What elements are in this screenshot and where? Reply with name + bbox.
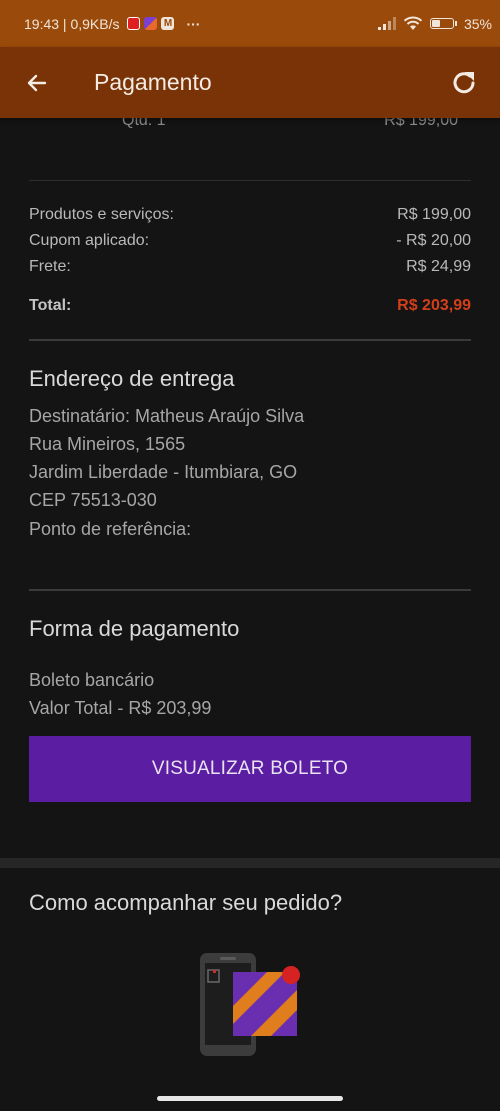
section-separator: [0, 858, 500, 868]
battery-icon: [429, 18, 457, 29]
refresh-button[interactable]: [434, 47, 494, 118]
back-button[interactable]: [2, 47, 72, 118]
app-bar: Pagamento: [0, 47, 500, 118]
address-recipient: Destinatário: Matheus Araújo Silva: [29, 406, 305, 426]
app-notification-icon: [144, 17, 158, 30]
address-cep: CEP 75513-030: [29, 490, 157, 510]
summary-value: R$ 199,00: [397, 206, 471, 223]
arrow-left-icon: [27, 74, 47, 91]
payment-method: Boleto bancário: [29, 670, 155, 690]
total-value: R$ 203,99: [397, 297, 471, 314]
youtube-icon: [127, 17, 141, 30]
summary-value: - R$ 20,00: [396, 232, 471, 249]
divider: [29, 339, 471, 341]
summary-label: Frete:: [29, 258, 71, 275]
tracking-section-title: Como acompanhar seu pedido?: [29, 890, 343, 915]
address-reference: Ponto de referência:: [29, 519, 192, 539]
summary-row-products: Produtos e serviços: R$ 199,00: [29, 206, 471, 224]
total-label: Total:: [29, 297, 72, 314]
summary-row-total: Total: R$ 203,99: [29, 297, 471, 315]
summary-row-shipping: Frete: R$ 24,99: [29, 258, 471, 276]
phone-tracking-illustration: [200, 953, 300, 1056]
signal-icon: [377, 17, 396, 30]
address-district-city: Jardim Liberdade - Itumbiara, GO: [29, 462, 298, 482]
wifi-icon: [403, 16, 423, 30]
address-street: Rua Mineiros, 1565: [29, 434, 186, 454]
summary-label: Cupom aplicado:: [29, 232, 150, 249]
divider: [29, 589, 471, 591]
address-section-title: Endereço de entrega: [29, 366, 235, 391]
summary-row-coupon: Cupom aplicado: - R$ 20,00: [29, 232, 471, 250]
view-boleto-button[interactable]: VISUALIZAR BOLETO: [29, 736, 471, 802]
status-bar: 19:43 | 0,9KB/s M ··· 35%: [0, 0, 500, 47]
time-network-speed: 19:43 | 0,9KB/s: [24, 15, 120, 32]
gmail-icon: M: [161, 17, 175, 30]
divider: [29, 180, 471, 181]
payment-amount: Valor Total - R$ 203,99: [29, 698, 212, 718]
summary-label: Produtos e serviços:: [29, 206, 174, 223]
summary-value: R$ 24,99: [406, 258, 471, 275]
page-title: Pagamento: [94, 69, 212, 95]
home-indicator[interactable]: [157, 1096, 343, 1101]
refresh-icon: [453, 71, 475, 93]
payment-section-title: Forma de pagamento: [29, 616, 240, 641]
more-notifications-icon: ···: [186, 15, 201, 32]
battery-percent: 35%: [463, 15, 492, 32]
